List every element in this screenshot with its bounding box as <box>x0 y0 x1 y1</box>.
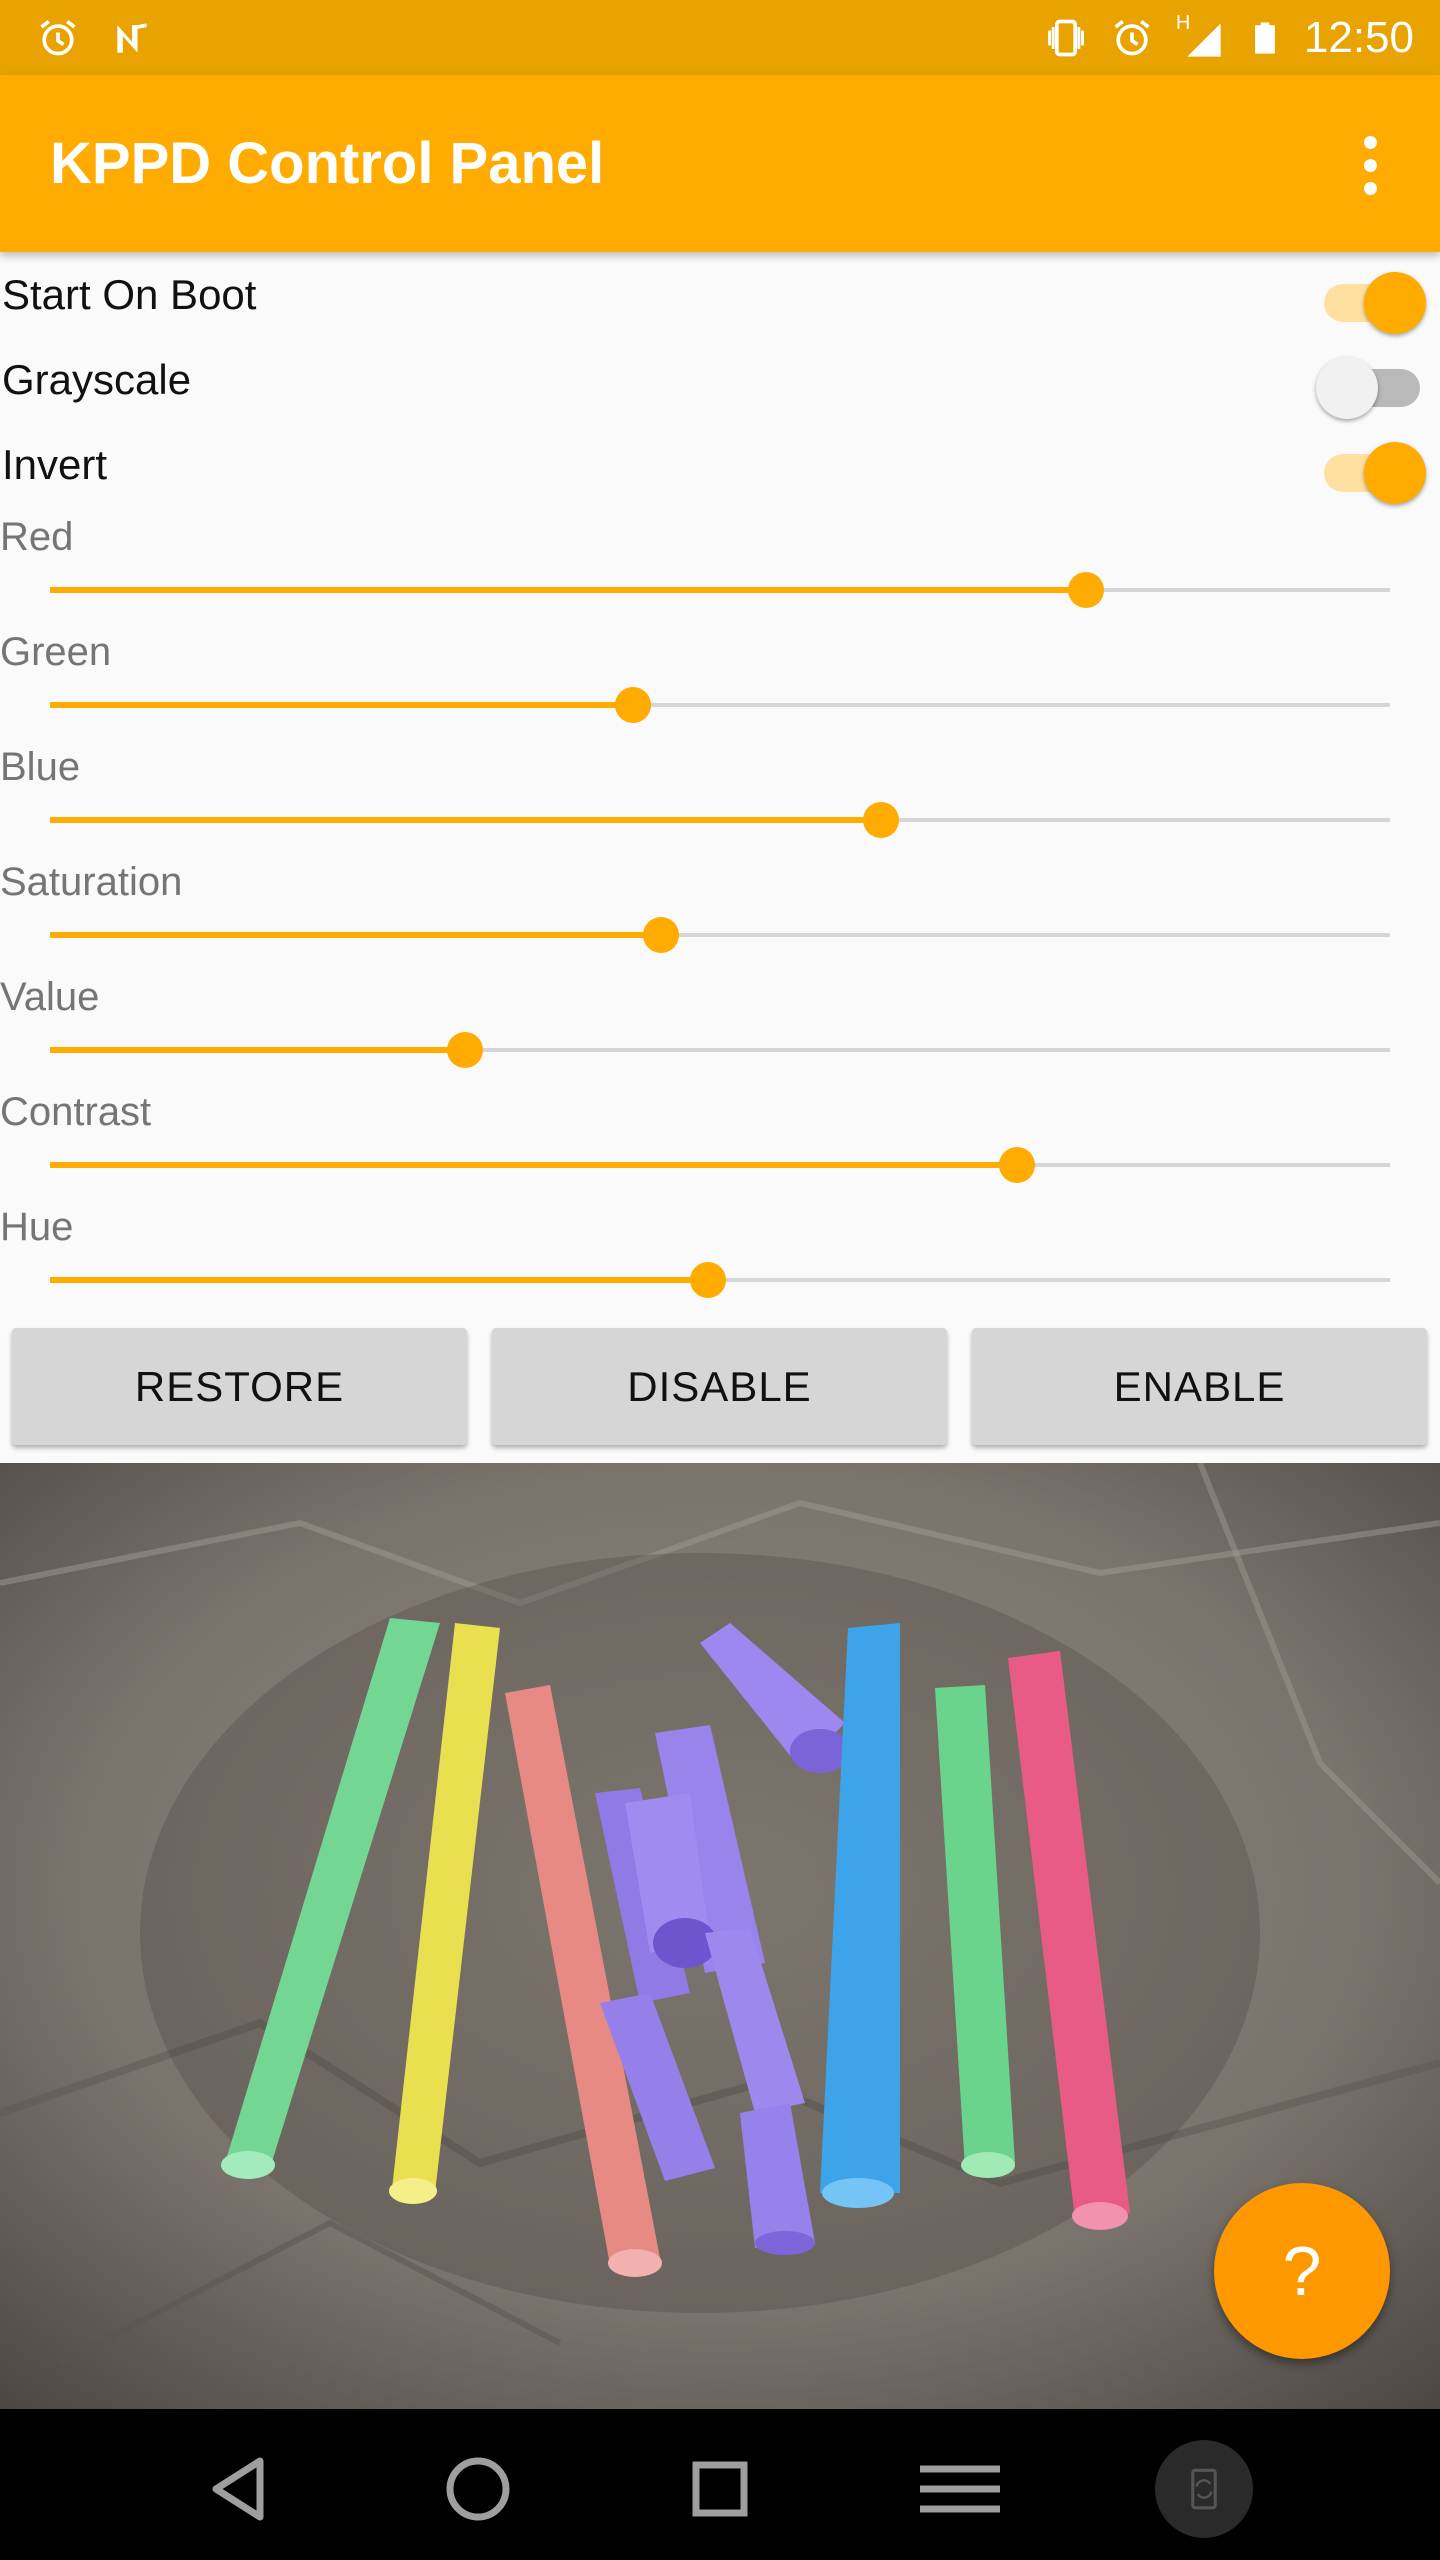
n-app-icon <box>117 22 147 53</box>
slider-thumb[interactable] <box>689 1262 726 1298</box>
battery-icon <box>1254 21 1275 54</box>
slider-block-red: Red <box>0 515 1440 630</box>
saturation-slider[interactable] <box>50 915 1390 955</box>
signal-icon <box>1187 22 1221 57</box>
slider-label-contrast: Contrast <box>0 1090 152 1134</box>
slider-label-value: Value <box>0 975 100 1019</box>
slider-thumb[interactable] <box>447 1032 484 1068</box>
slider-thumb[interactable] <box>862 802 899 838</box>
help-fab-button[interactable]: ? <box>1214 2183 1390 2359</box>
status-time: 12:50 <box>1303 12 1414 62</box>
home-icon[interactable] <box>438 2449 518 2529</box>
switch-label-invert: Invert <box>2 441 108 488</box>
menu-icon[interactable] <box>920 2449 1000 2529</box>
app-bar: KPPD Control Panel <box>0 75 1440 252</box>
switch-label-grayscale: Grayscale <box>2 356 192 403</box>
invert-toggle[interactable] <box>1316 437 1426 504</box>
more-vert-icon[interactable] <box>1330 125 1410 205</box>
slider-label-red: Red <box>0 515 74 559</box>
value-slider[interactable] <box>50 1030 1390 1070</box>
slider-block-hue: Hue <box>0 1205 1440 1320</box>
signal-indicator: H <box>1176 12 1226 60</box>
slider-thumb[interactable] <box>643 917 680 953</box>
slider-thumb[interactable] <box>1067 572 1104 608</box>
enable-button[interactable]: ENABLE <box>972 1328 1427 1445</box>
slider-label-blue: Blue <box>0 745 81 789</box>
slider-label-saturation: Saturation <box>0 860 183 904</box>
slider-block-green: Green <box>0 630 1440 745</box>
vibrate-icon <box>1047 19 1084 56</box>
navigation-bar <box>0 2409 1440 2560</box>
alarm-icon <box>1114 19 1150 55</box>
rotate-button[interactable] <box>1155 2440 1253 2538</box>
slider-thumb[interactable] <box>999 1147 1036 1183</box>
app-title: KPPD Control Panel <box>50 131 605 196</box>
slider-block-contrast: Contrast <box>0 1090 1440 1205</box>
slider-thumb[interactable] <box>614 687 651 723</box>
help-icon: ? <box>1282 2232 1322 2310</box>
status-bar: H 12:50 <box>0 0 1440 75</box>
back-icon[interactable] <box>200 2449 280 2529</box>
switch-label-start-on-boot: Start On Boot <box>2 271 257 318</box>
recents-icon[interactable] <box>680 2449 760 2529</box>
switch-row-grayscale[interactable]: Grayscale <box>0 338 1440 423</box>
alarm-icon <box>40 19 76 55</box>
grayscale-toggle[interactable] <box>1316 352 1426 419</box>
restore-button[interactable]: RESTORE <box>12 1328 467 1445</box>
switch-row-start-on-boot[interactable]: Start On Boot <box>0 253 1440 338</box>
slider-block-saturation: Saturation <box>0 860 1440 975</box>
switch-row-invert[interactable]: Invert <box>0 423 1440 508</box>
slider-label-hue: Hue <box>0 1205 74 1249</box>
slider-block-value: Value <box>0 975 1440 1090</box>
action-button-row: RESTORE DISABLE ENABLE <box>0 1328 1440 1448</box>
blue-slider[interactable] <box>50 800 1390 840</box>
slider-label-green: Green <box>0 630 112 674</box>
green-slider[interactable] <box>50 685 1390 725</box>
red-slider[interactable] <box>50 570 1390 610</box>
rotate-icon <box>1191 2468 1217 2510</box>
start-on-boot-toggle[interactable] <box>1316 267 1426 334</box>
contrast-slider[interactable] <box>50 1145 1390 1185</box>
hue-slider[interactable] <box>50 1260 1390 1300</box>
disable-button[interactable]: DISABLE <box>492 1328 947 1445</box>
slider-block-blue: Blue <box>0 745 1440 860</box>
